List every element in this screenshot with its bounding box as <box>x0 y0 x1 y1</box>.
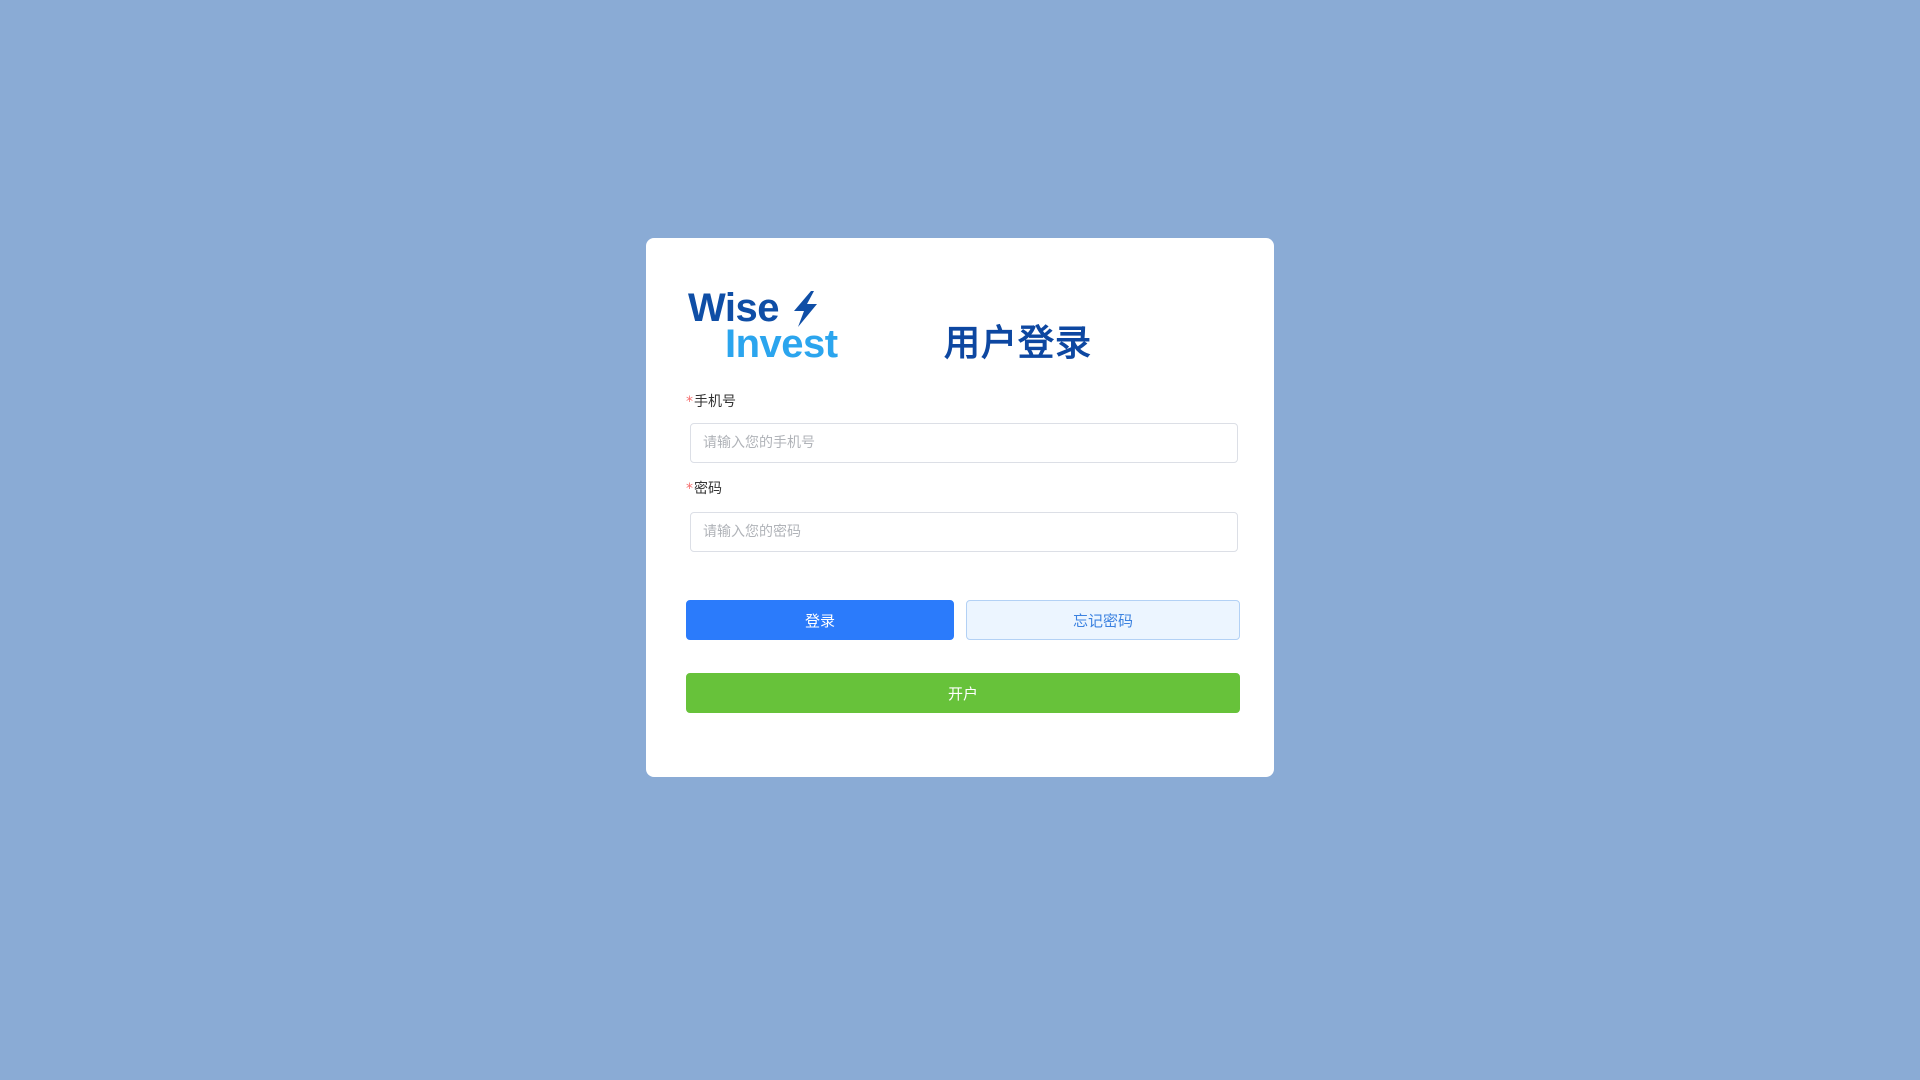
password-label: *密码 <box>686 480 722 498</box>
open-account-button[interactable]: 开户 <box>686 673 1240 713</box>
password-label-text: 密码 <box>694 481 722 497</box>
logo-text-invest: Invest <box>725 322 838 366</box>
password-input[interactable] <box>690 512 1238 552</box>
wiseinvest-logo: Wise Invest <box>688 286 853 366</box>
phone-label: *手机号 <box>686 393 736 411</box>
required-mark: * <box>686 481 693 497</box>
phone-label-text: 手机号 <box>694 394 736 410</box>
login-card: Wise Invest 用户登录 *手机号 *密码 登录 忘记密码 开户 <box>646 238 1274 777</box>
phone-input[interactable] <box>690 423 1238 463</box>
page-title: 用户登录 <box>944 323 1093 364</box>
required-mark: * <box>686 394 693 410</box>
login-button[interactable]: 登录 <box>686 600 954 640</box>
forgot-password-button[interactable]: 忘记密码 <box>966 600 1240 640</box>
